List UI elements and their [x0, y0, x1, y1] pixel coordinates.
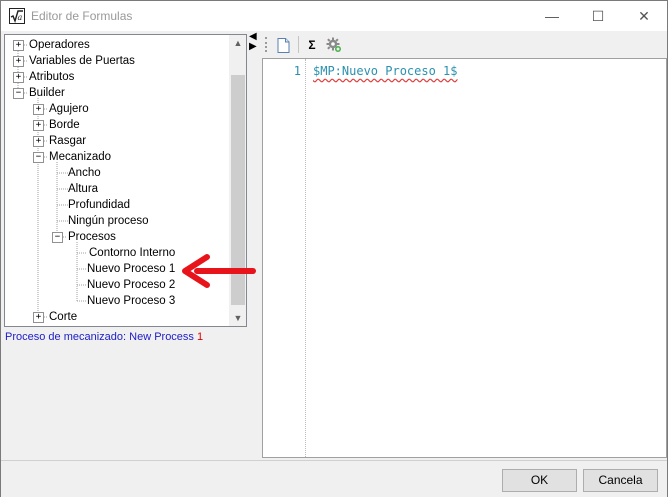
scroll-down-icon[interactable]: ▼ — [230, 310, 246, 326]
editor-toolbar: Σ — [261, 32, 667, 57]
expand-icon[interactable]: + — [33, 312, 44, 323]
collapse-icon[interactable]: − — [13, 88, 24, 99]
selection-description-number: 1 — [196, 331, 204, 343]
tree-node-label: Ancho — [68, 167, 101, 179]
tree-node-label: Mecanizado — [49, 151, 112, 163]
gutter-divider — [305, 59, 306, 457]
expand-right-icon[interactable]: ▶ — [249, 41, 257, 52]
close-button[interactable]: ✕ — [621, 1, 667, 31]
expand-icon[interactable]: + — [33, 120, 44, 131]
dialog-button-bar: OK Cancela — [1, 460, 667, 497]
tree-node-label: Nuevo Proceso 3 — [87, 295, 176, 307]
new-document-button[interactable] — [273, 35, 293, 55]
expand-icon[interactable]: + — [33, 136, 44, 147]
variables-panel: + Operadores + Variables de Puertas + At… — [4, 32, 247, 457]
tree-node-ancho[interactable]: Ancho — [68, 165, 101, 181]
tree-node-profundidad[interactable]: Profundidad — [68, 197, 130, 213]
line-number-gutter: 1 — [263, 59, 303, 457]
tree-node-nuevo-proceso-1[interactable]: Nuevo Proceso 1 — [87, 261, 175, 277]
tree-node-label: Variables de Puertas — [29, 55, 135, 67]
tree-node-label: Builder — [29, 87, 65, 99]
title-bar: a Editor de Formulas — ☐ ✕ — [1, 1, 667, 31]
formula-editor[interactable]: 1 $MP:Nuevo Proceso 1$ — [262, 58, 667, 458]
panel-splitter[interactable]: ◀ ▶ — [248, 31, 260, 457]
formula-editor-window: a Editor de Formulas — ☐ ✕ + Operadores … — [0, 0, 668, 497]
new-document-icon — [277, 38, 289, 53]
selection-description-text: Proceso de mecanizado: New Process — [5, 331, 197, 343]
expand-icon[interactable]: + — [13, 56, 24, 67]
tree-node-altura[interactable]: Altura — [68, 181, 98, 197]
expand-icon[interactable]: + — [13, 72, 24, 83]
minimize-button[interactable]: — — [529, 1, 575, 31]
tree-node-contorno-interno[interactable]: Contorno Interno — [89, 245, 175, 261]
tree-node-label: Atributos — [29, 71, 75, 83]
tree-node-label: Ningún proceso — [68, 215, 149, 227]
line-number: 1 — [293, 64, 301, 78]
settings-button[interactable] — [324, 35, 344, 55]
scroll-up-icon[interactable]: ▲ — [230, 35, 246, 51]
editor-panel: Σ 1 $MP:Nuevo Proceso 1$ — [261, 32, 667, 458]
tree-node-label: Corte — [49, 311, 78, 323]
selection-description: Proceso de mecanizado: New Process 1 — [5, 331, 203, 343]
collapse-icon[interactable]: − — [52, 232, 63, 243]
tree-node-label: Procesos — [68, 231, 116, 243]
tree-node-nuevo-proceso-2[interactable]: Nuevo Proceso 2 — [87, 277, 175, 293]
tree-node-nuevo-proceso-3[interactable]: Nuevo Proceso 3 — [87, 293, 175, 309]
sigma-button[interactable]: Σ — [302, 35, 322, 55]
window-title: Editor de Formulas — [31, 9, 133, 23]
toolbar-grip[interactable] — [265, 37, 269, 52]
collapse-icon[interactable]: − — [33, 152, 44, 163]
gear-icon — [326, 37, 341, 52]
formula-app-icon: a — [9, 8, 25, 24]
formula-code[interactable]: $MP:Nuevo Proceso 1$ — [313, 64, 458, 78]
tree-node-label: Altura — [68, 183, 99, 195]
expand-icon[interactable]: + — [33, 104, 44, 115]
cancel-button[interactable]: Cancela — [583, 469, 658, 492]
tree-node-label: Agujero — [49, 103, 89, 115]
tree-node-label: Rasgar — [49, 135, 87, 147]
tree-node-label: Nuevo Proceso 1 — [87, 263, 176, 275]
ok-button[interactable]: OK — [502, 469, 577, 492]
tree-node-label: Operadores — [29, 39, 90, 51]
tree-node-label: Nuevo Proceso 2 — [87, 279, 176, 291]
expand-icon[interactable]: + — [13, 40, 24, 51]
svg-text:a: a — [18, 13, 23, 22]
tree-node-label: Profundidad — [68, 199, 131, 211]
annotation-arrow-icon — [182, 254, 256, 288]
tree-node-label: Contorno Interno — [89, 247, 176, 259]
tree-node-ningun-proceso[interactable]: Ningún proceso — [68, 213, 149, 229]
tree-node-label: Borde — [49, 119, 80, 131]
toolbar-separator — [298, 36, 299, 53]
maximize-button[interactable]: ☐ — [575, 1, 621, 31]
